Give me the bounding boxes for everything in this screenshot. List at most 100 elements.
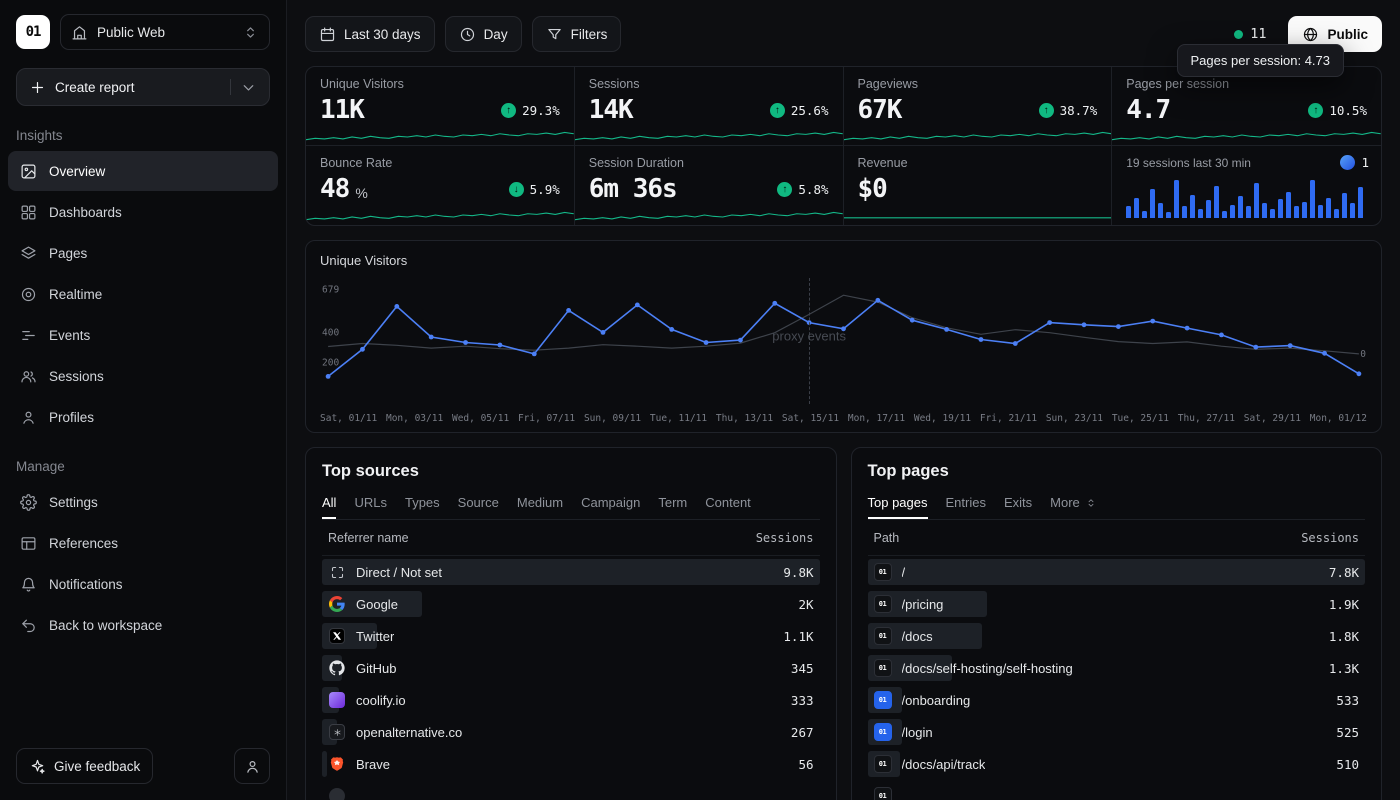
tab-label: All bbox=[322, 495, 336, 510]
date-range-button[interactable]: Last 30 days bbox=[305, 16, 435, 52]
row-label: /pricing bbox=[902, 597, 944, 612]
sidebar-item-back-to-workspace[interactable]: Back to workspace bbox=[8, 605, 278, 645]
row-value: 267 bbox=[791, 725, 814, 740]
tab-types[interactable]: Types bbox=[405, 493, 440, 519]
online-visitors-indicator[interactable]: 11 bbox=[1234, 26, 1266, 42]
settings-icon bbox=[20, 494, 37, 511]
profile-button[interactable] bbox=[234, 748, 270, 784]
sidebar-item-profiles[interactable]: Profiles bbox=[8, 397, 278, 437]
metric-value: 14K bbox=[589, 95, 633, 125]
realtime-bar bbox=[1318, 205, 1323, 218]
metric-sparkline bbox=[1112, 127, 1381, 145]
chevron-down-icon[interactable] bbox=[240, 79, 257, 96]
realtime-bar bbox=[1206, 200, 1211, 218]
metric-card-bounce-rate[interactable]: Bounce Rate48%↓5.9% bbox=[306, 146, 575, 225]
trend-up-icon: ↑ bbox=[501, 103, 516, 118]
metric-card-unique-visitors[interactable]: Unique Visitors11K↑29.3% bbox=[306, 67, 575, 146]
tab-medium[interactable]: Medium bbox=[517, 493, 563, 519]
fav-dark-icon: 01 bbox=[874, 595, 892, 613]
fav-dark-icon: 01 bbox=[874, 755, 892, 773]
filters-button[interactable]: Filters bbox=[532, 16, 622, 52]
realtime-bar bbox=[1254, 183, 1259, 218]
sidebar-item-settings[interactable]: Settings bbox=[8, 482, 278, 522]
metric-card-pages-per-session[interactable]: Pages per session4.7↑10.5% bbox=[1112, 67, 1381, 146]
table-row-twitter[interactable]: Twitter1.1K bbox=[322, 620, 820, 652]
table-row-brave[interactable]: Brave56 bbox=[322, 748, 820, 780]
table-row-login[interactable]: 01/login525 bbox=[868, 716, 1366, 748]
table-row-item[interactable]: 01/7.8K bbox=[868, 556, 1366, 588]
metric-card-revenue[interactable]: Revenue$0 bbox=[844, 146, 1113, 225]
table-row-docs[interactable]: 01/docs1.8K bbox=[868, 620, 1366, 652]
metric-title: Session Duration bbox=[589, 156, 829, 170]
pages-icon bbox=[20, 245, 37, 262]
sidebar-item-realtime[interactable]: Realtime bbox=[8, 274, 278, 314]
tab-entries[interactable]: Entries bbox=[946, 493, 986, 519]
row-value: 333 bbox=[791, 693, 814, 708]
column-header-name: Referrer name bbox=[328, 531, 409, 545]
sidebar-item-references[interactable]: References bbox=[8, 523, 278, 563]
table-row-docs-self-hosting-self-hosting[interactable]: 01/docs/self-hosting/self-hosting1.3K bbox=[868, 652, 1366, 684]
tab-content[interactable]: Content bbox=[705, 493, 751, 519]
workspace-selector[interactable]: Public Web bbox=[60, 14, 270, 50]
sidebar: 01 Public Web Create report Insights Ove… bbox=[0, 0, 287, 800]
table-row-github[interactable]: GitHub345 bbox=[322, 652, 820, 684]
x-axis-tick: Fri, 07/11 bbox=[518, 413, 575, 424]
tab-exits[interactable]: Exits bbox=[1004, 493, 1032, 519]
create-report-button[interactable]: Create report bbox=[16, 68, 270, 106]
tab-term[interactable]: Term bbox=[658, 493, 687, 519]
metric-card-pageviews[interactable]: Pageviews67K↑38.7% bbox=[844, 67, 1113, 146]
x-axis-tick: Tue, 11/11 bbox=[650, 413, 707, 424]
sidebar-item-sessions[interactable]: Sessions bbox=[8, 356, 278, 396]
app-logo[interactable]: 01 bbox=[16, 15, 50, 49]
metric-title: Pageviews bbox=[858, 77, 1098, 91]
sidebar-item-label: Settings bbox=[49, 495, 98, 510]
table-row-direct-not-set[interactable]: Direct / Not set9.8K bbox=[322, 556, 820, 588]
table-row-coolify-io[interactable]: coolify.io333 bbox=[322, 684, 820, 716]
tab-top-pages[interactable]: Top pages bbox=[868, 493, 928, 519]
table-row-pricing[interactable]: 01/pricing1.9K bbox=[868, 588, 1366, 620]
realtime-bar bbox=[1222, 211, 1227, 218]
interval-button[interactable]: Day bbox=[445, 16, 522, 52]
sidebar-item-dashboards[interactable]: Dashboards bbox=[8, 192, 278, 232]
panel-title: Top pages bbox=[868, 462, 1366, 481]
x-axis-tick: Mon, 03/11 bbox=[386, 413, 443, 424]
realtime-bar bbox=[1278, 199, 1283, 218]
table-row-partial[interactable]: 01 bbox=[868, 780, 1366, 800]
sidebar-item-notifications[interactable]: Notifications bbox=[8, 564, 278, 604]
row-label: /docs/api/track bbox=[902, 757, 986, 772]
metric-card-sessions[interactable]: Sessions14K↑25.6% bbox=[575, 67, 844, 146]
row-value: 533 bbox=[1336, 693, 1359, 708]
tab-label: Campaign bbox=[581, 495, 640, 510]
row-label: /onboarding bbox=[902, 693, 971, 708]
table-body: Direct / Not set9.8KGoogle2KTwitter1.1KG… bbox=[322, 556, 820, 800]
sidebar-item-events[interactable]: Events bbox=[8, 315, 278, 355]
trend-badge: ↓5.9% bbox=[509, 182, 560, 197]
tab-source[interactable]: Source bbox=[458, 493, 499, 519]
table-row-google[interactable]: Google2K bbox=[322, 588, 820, 620]
metric-card-19-sessions-last-30-min[interactable]: 19 sessions last 30 min1 bbox=[1112, 146, 1381, 225]
table-row-openalternative-co[interactable]: openalternative.co267 bbox=[322, 716, 820, 748]
table-row-partial[interactable] bbox=[322, 780, 820, 800]
row-value: 9.8K bbox=[783, 565, 813, 580]
online-count: 11 bbox=[1250, 26, 1266, 42]
metric-card-session-duration[interactable]: Session Duration6m 36s↑5.8% bbox=[575, 146, 844, 225]
column-header-name: Path bbox=[874, 531, 900, 545]
sidebar-item-pages[interactable]: Pages bbox=[8, 233, 278, 273]
plus-icon bbox=[29, 79, 46, 96]
realtime-bar bbox=[1302, 202, 1307, 218]
table-row-docs-api-track[interactable]: 01/docs/api/track510 bbox=[868, 748, 1366, 780]
tab-more[interactable]: More bbox=[1050, 493, 1097, 519]
sidebar-item-overview[interactable]: Overview bbox=[8, 151, 278, 191]
line-chart[interactable]: 679400200 proxy events 0 bbox=[318, 276, 1369, 406]
dashboards-icon bbox=[20, 204, 37, 221]
give-feedback-button[interactable]: Give feedback bbox=[16, 748, 153, 784]
tab-label: URLs bbox=[354, 495, 387, 510]
panel-title: Top sources bbox=[322, 462, 820, 481]
tab-urls[interactable]: URLs bbox=[354, 493, 387, 519]
tab-campaign[interactable]: Campaign bbox=[581, 493, 640, 519]
table-row-onboarding[interactable]: 01/onboarding533 bbox=[868, 684, 1366, 716]
calendar-icon bbox=[319, 26, 336, 43]
tab-all[interactable]: All bbox=[322, 493, 336, 519]
metric-sparkline bbox=[844, 207, 1112, 225]
tab-label: Entries bbox=[946, 495, 986, 510]
